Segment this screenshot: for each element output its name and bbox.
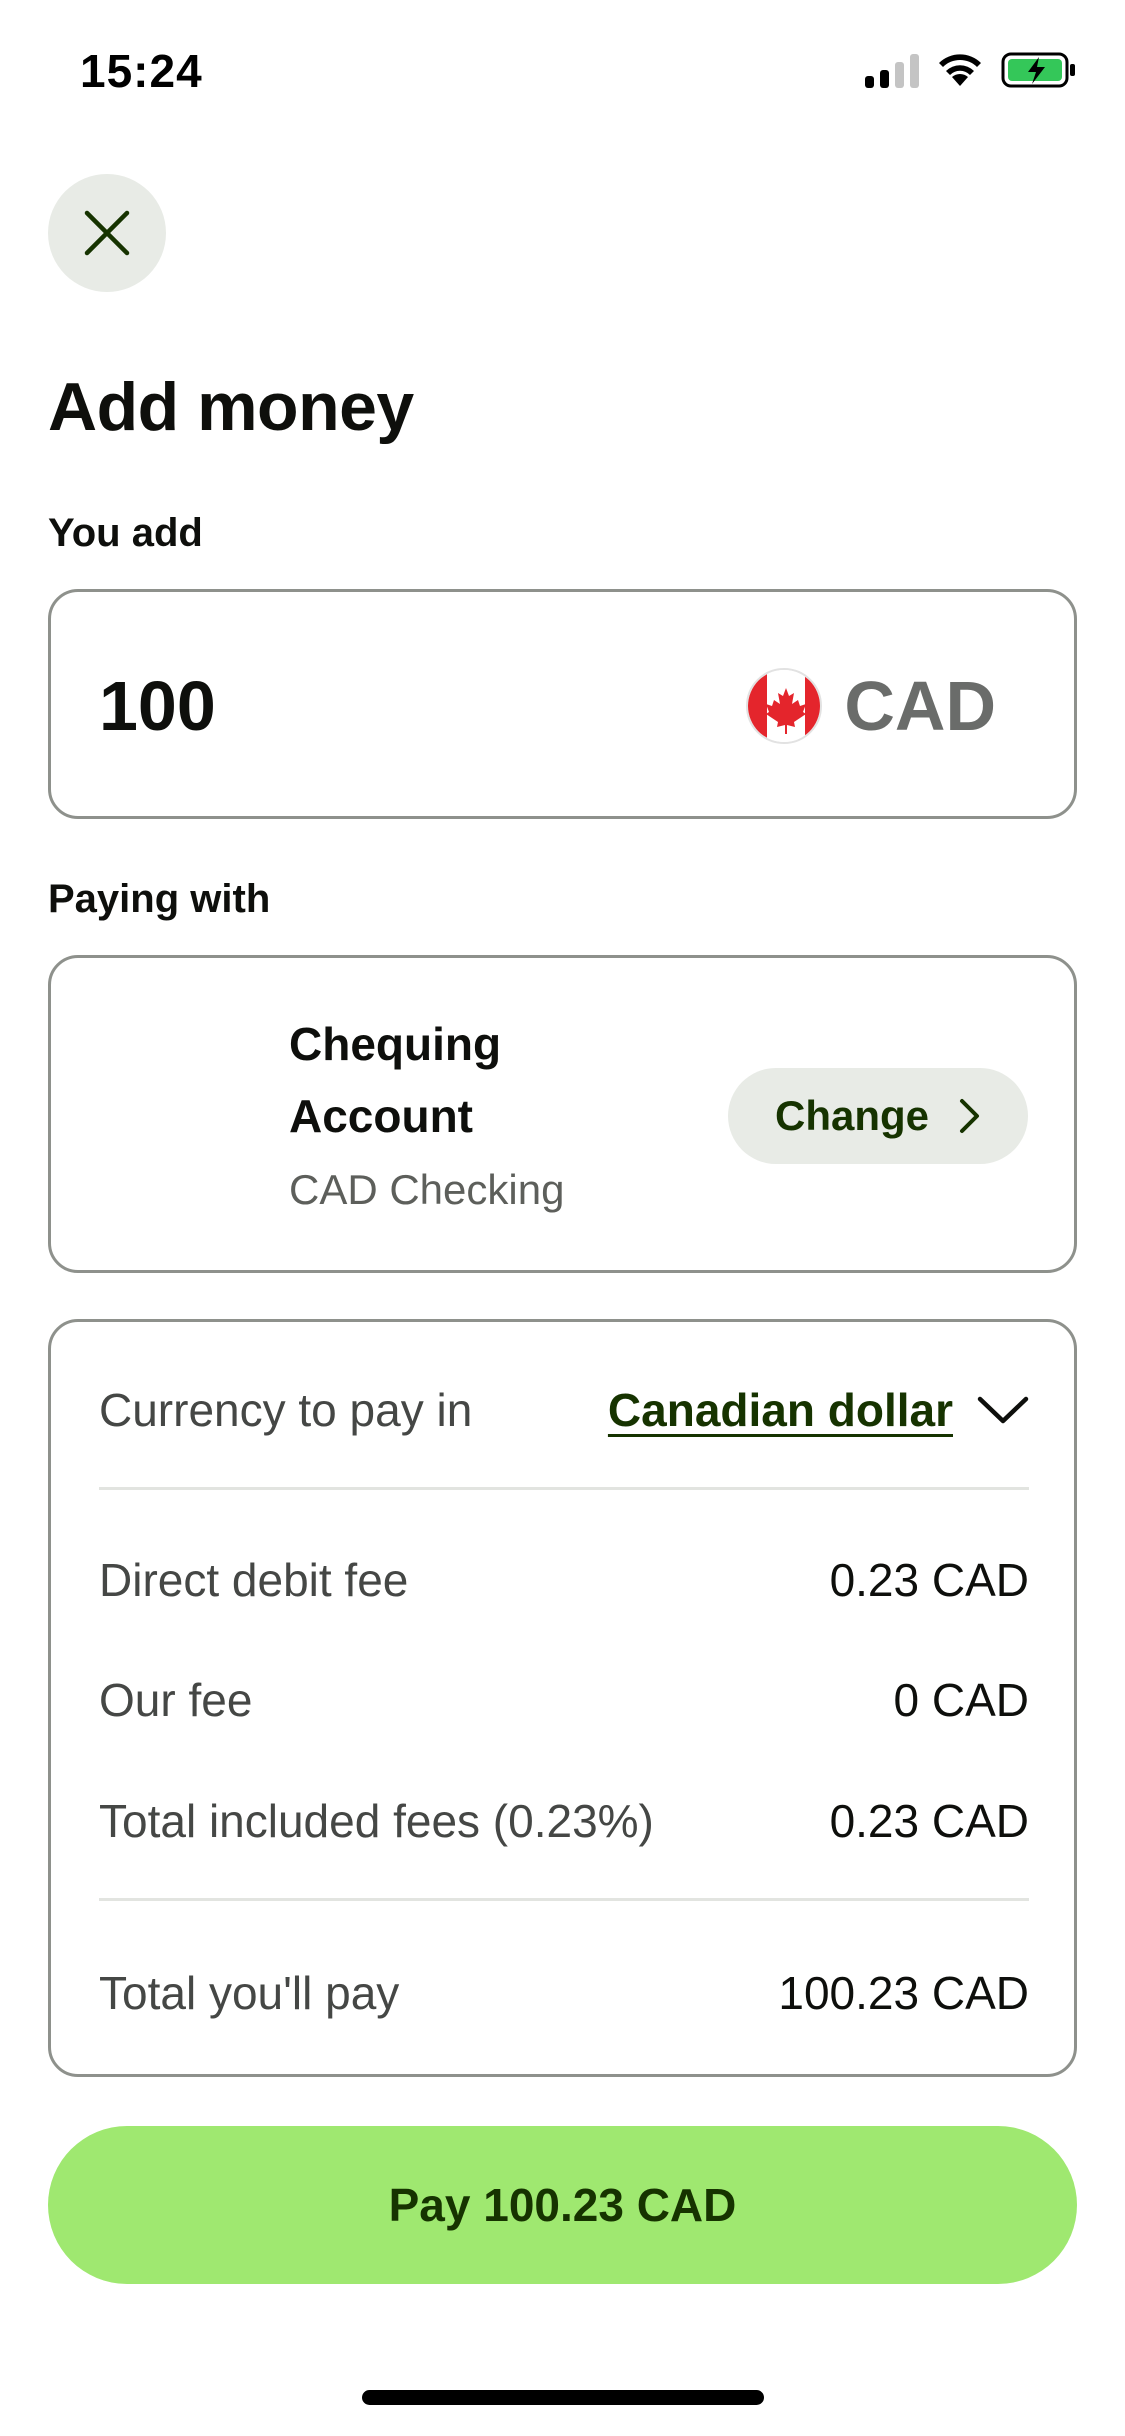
account-name-line2: Account — [289, 1090, 473, 1142]
battery-charging-icon — [1001, 52, 1075, 88]
status-time: 15:24 — [80, 45, 203, 97]
status-bar: 15:24 — [0, 0, 1125, 140]
amount-input-box[interactable]: 100 CAD — [48, 589, 1077, 819]
amount-input[interactable]: 100 — [99, 666, 216, 746]
account-name-line1: Chequing — [289, 1018, 502, 1070]
fee-label: Our fee — [99, 1674, 253, 1726]
change-button[interactable]: Change — [728, 1068, 1028, 1164]
currency-selector[interactable]: CAD — [746, 666, 996, 746]
currency-to-pay-label: Currency to pay in — [99, 1384, 473, 1436]
fee-value: 0 CAD — [893, 1674, 1029, 1726]
home-indicator — [362, 2390, 764, 2405]
close-button[interactable] — [48, 174, 166, 292]
chevron-down-icon — [977, 1396, 1029, 1424]
fee-value: 0.23 CAD — [829, 1554, 1029, 1606]
paying-with-label: Paying with — [48, 877, 271, 921]
total-value: 100.23 CAD — [778, 1967, 1029, 2019]
close-icon — [84, 210, 130, 256]
currency-dropdown[interactable]: Canadian dollar — [608, 1383, 1029, 1437]
divider — [99, 1898, 1029, 1901]
pay-button-label: Pay 100.23 CAD — [388, 2179, 737, 2231]
payment-method-card[interactable]: Chequing Account CAD Checking Change — [48, 955, 1077, 1273]
canada-flag-icon — [746, 668, 823, 744]
divider — [99, 1487, 1029, 1490]
currency-to-pay-row: Currency to pay in Canadian dollar — [99, 1372, 1029, 1448]
fee-value: 0.23 CAD — [829, 1795, 1029, 1847]
cellular-signal-icon — [865, 52, 919, 88]
fee-row: Total included fees (0.23%) 0.23 CAD — [99, 1783, 1029, 1859]
currency-code: CAD — [844, 667, 996, 745]
status-icons — [865, 48, 1077, 92]
wifi-icon — [939, 54, 981, 86]
you-add-label: You add — [48, 511, 203, 555]
page-title: Add money — [48, 369, 414, 445]
account-name: Chequing Account — [289, 1008, 501, 1152]
change-label: Change — [774, 1092, 929, 1139]
account-subtitle: CAD Checking — [289, 1166, 565, 1213]
fees-summary-card: Currency to pay in Canadian dollar Direc… — [48, 1319, 1077, 2077]
total-label: Total you'll pay — [99, 1967, 400, 2019]
fee-label: Total included fees (0.23%) — [99, 1795, 654, 1847]
total-row: Total you'll pay 100.23 CAD — [99, 1955, 1029, 2031]
currency-dropdown-value[interactable]: Canadian dollar — [608, 1383, 953, 1437]
pay-button[interactable]: Pay 100.23 CAD — [48, 2126, 1077, 2284]
fee-label: Direct debit fee — [99, 1554, 409, 1606]
chevron-right-icon — [960, 1099, 979, 1133]
fee-row: Our fee 0 CAD — [99, 1662, 1029, 1738]
fee-row: Direct debit fee 0.23 CAD — [99, 1542, 1029, 1618]
